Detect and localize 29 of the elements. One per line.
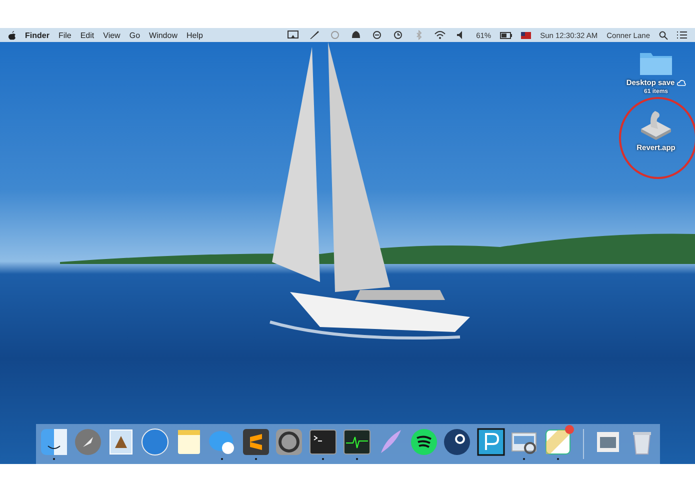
menu-item[interactable]: Edit [80,30,94,40]
menu-item[interactable]: File [58,30,72,40]
battery-icon[interactable] [500,32,512,38]
cloud-icon [676,80,686,86]
menu-item[interactable]: View [103,30,120,40]
letter-s-icon[interactable] [242,428,270,456]
pulse-monitor-icon[interactable] [342,428,370,456]
sound-waves-icon[interactable] [410,428,438,456]
tile-icon[interactable] [544,428,572,456]
pen-icon [308,30,320,40]
list-icon[interactable] [677,31,687,39]
history-icon [392,30,404,40]
ring-icon [371,30,384,40]
chat-bubble-icon[interactable] [208,428,236,456]
menu-item[interactable]: Window [149,30,178,40]
flag-icon[interactable] [521,32,532,38]
folder-icon[interactable] [638,50,673,76]
airplay-icon [287,30,300,40]
terminal-icon[interactable] [308,428,337,456]
wifi-icon [434,30,446,40]
scroll-app-icon[interactable] [638,109,673,141]
face-icon[interactable] [40,428,68,456]
search-icon[interactable] [659,30,668,40]
menu-item[interactable]: Finder [25,30,50,40]
menu-item[interactable]: Go [129,30,140,40]
menu-item[interactable]: Help [186,30,203,40]
letter-p-icon[interactable] [476,428,505,456]
apple-icon[interactable] [8,30,16,40]
stamp-icon[interactable] [107,428,136,456]
